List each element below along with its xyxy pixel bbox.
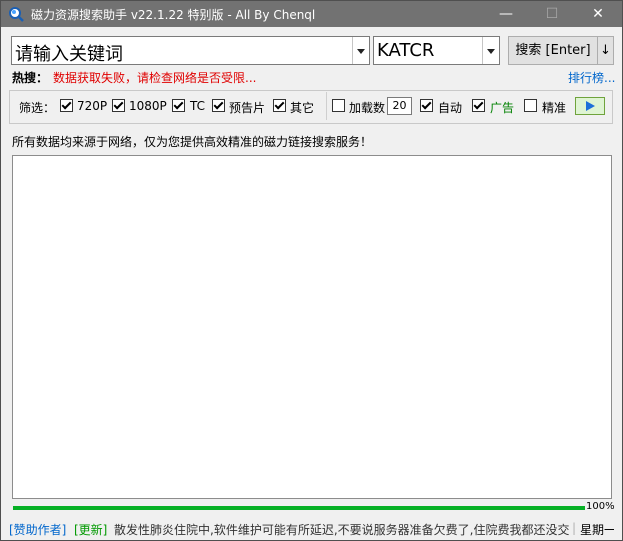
engine-select[interactable]: KATCR <box>373 36 500 65</box>
checkbox-auto[interactable] <box>420 99 433 112</box>
filter-label: 筛选： <box>19 101 56 115</box>
status-bar: [赞助作者] [更新] 散发性肺炎住院中,软件维护可能有所延迟,不要说服务器准备… <box>9 521 614 539</box>
checkbox-trailer[interactable] <box>212 99 225 112</box>
status-separator: | <box>572 521 577 535</box>
progress-text: 100% <box>586 501 615 512</box>
status-message: 散发性肺炎住院中,软件维护可能有所延迟,不要说服务器准备欠费了,住院费我都还没交 <box>114 523 570 537</box>
label-auto: 自动 <box>438 101 463 115</box>
label-precise: 精准 <box>542 101 567 115</box>
checkbox-precise[interactable] <box>524 99 537 112</box>
update-link[interactable]: [更新] <box>74 521 107 538</box>
weekday-text: 星期一 <box>580 523 614 537</box>
label-trailer: 预告片 <box>229 101 266 115</box>
filter-divider <box>326 92 327 120</box>
ranking-link[interactable]: 排行榜... <box>568 69 615 86</box>
magnet-search-app-icon <box>8 6 24 22</box>
progress-fill <box>13 506 585 510</box>
support-author-link[interactable]: [赞助作者] <box>9 521 66 538</box>
progress-bar <box>13 506 585 510</box>
keyword-dropdown-arrow[interactable] <box>352 37 369 64</box>
hot-search-label: 热搜： <box>12 71 49 85</box>
sort-button[interactable]: ↓ <box>597 36 614 65</box>
checkbox-720p[interactable] <box>60 99 73 112</box>
play-icon <box>586 101 595 111</box>
maximize-button: ☐ <box>545 6 559 22</box>
minimize-button[interactable]: — <box>483 1 529 27</box>
checkbox-ads[interactable] <box>472 99 485 112</box>
keyword-placeholder: 请输入关键词 <box>15 44 123 65</box>
results-list[interactable] <box>12 155 612 499</box>
label-load-count: 加载数 <box>349 101 386 115</box>
window-title: 磁力资源搜索助手 v22.1.22 特别版 - All By Chenql <box>31 8 316 22</box>
close-button[interactable]: ✕ <box>575 1 621 27</box>
keyword-input[interactable]: 请输入关键词 <box>11 36 370 65</box>
app-window: 磁力资源搜索助手 v22.1.22 特别版 - All By Chenql — … <box>0 0 623 541</box>
label-tc: TC <box>190 99 206 113</box>
title-bar[interactable]: 磁力资源搜索助手 v22.1.22 特别版 - All By Chenql — … <box>1 1 622 27</box>
notice-text: 所有数据均来源于网络，仅为您提供高效精准的磁力链接搜索服务！ <box>12 135 373 149</box>
play-button[interactable] <box>575 97 605 115</box>
label-720p: 720P <box>77 99 108 113</box>
engine-dropdown-arrow[interactable] <box>482 37 499 64</box>
label-other: 其它 <box>290 101 315 115</box>
load-count-input[interactable]: 20 <box>387 97 412 115</box>
checkbox-other[interactable] <box>273 99 286 112</box>
search-button[interactable]: 搜索 [Enter] <box>508 36 598 65</box>
checkbox-tc[interactable] <box>172 99 185 112</box>
engine-value: KATCR <box>377 40 435 61</box>
hot-search-error: 数据获取失败，请检查网络是否受限... <box>53 71 257 85</box>
checkbox-1080p[interactable] <box>112 99 125 112</box>
checkbox-load-count[interactable] <box>332 99 345 112</box>
label-ads: 广告 <box>490 101 515 115</box>
label-1080p: 1080P <box>129 99 167 113</box>
